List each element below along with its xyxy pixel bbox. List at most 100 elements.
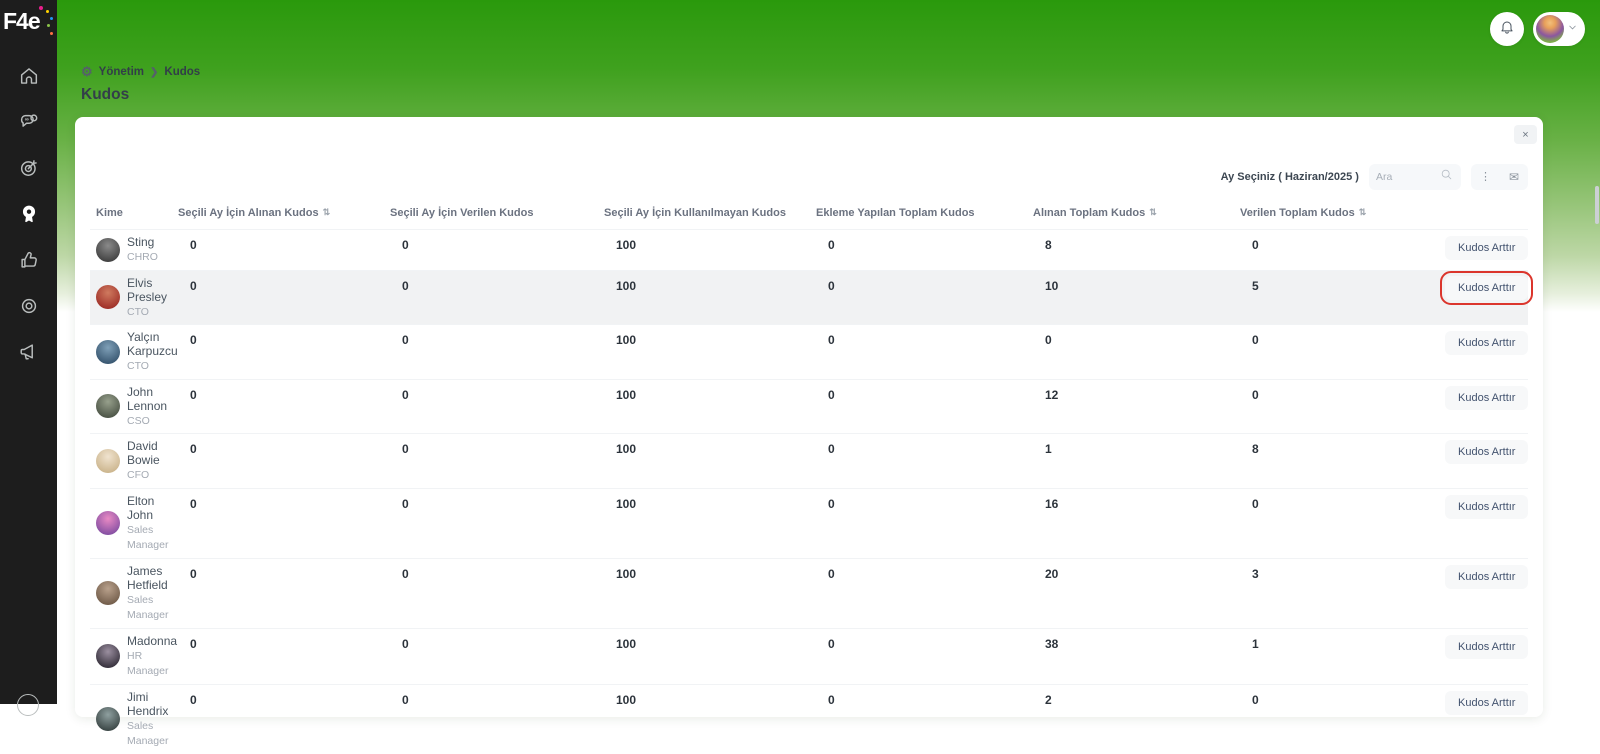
- cell-ekleme-toplam: 0: [828, 442, 835, 456]
- action-cell: Kudos Arttır: [1439, 270, 1534, 320]
- cell-verilen-secili-ay: 0: [402, 387, 409, 402]
- table-row: Jimi Hendrix Sales Manager 0 0 100 0 2 0…: [90, 683, 1529, 754]
- action-cell: Kudos Arttır: [1445, 385, 1529, 429]
- cell-verilen-secili-ay: 0: [402, 636, 409, 651]
- notifications-button[interactable]: [1490, 12, 1524, 46]
- person-role: CTO: [127, 360, 149, 372]
- kudos-arttir-button[interactable]: Kudos Arttır: [1445, 564, 1529, 589]
- chevron-down-icon: [1567, 20, 1578, 38]
- brand-logo[interactable]: F4e: [3, 6, 55, 44]
- home-icon: [18, 65, 40, 92]
- kudos-arttir-button[interactable]: Kudos Arttır: [1445, 385, 1529, 410]
- sort-icon[interactable]: ⇅: [1359, 207, 1367, 218]
- avatar: [96, 511, 120, 535]
- sidebar-item-thumbs-up[interactable]: [17, 250, 41, 274]
- action-cell: Kudos Arttır: [1445, 439, 1529, 483]
- more-options-button[interactable]: ⋮: [1471, 164, 1500, 190]
- table-row: Yalçın Karpuzcu CTO 0 0 100 0 0 0 Kudos …: [90, 324, 1529, 379]
- avatar: [96, 394, 120, 419]
- brand-logo-text: F4e: [3, 8, 41, 34]
- cell-verilen-toplam: 3: [1252, 566, 1259, 581]
- kudos-arttir-button[interactable]: Kudos Arttır: [1445, 634, 1529, 659]
- sidebar-item-seal[interactable]: [17, 296, 41, 320]
- cell-ekleme-toplam: 0: [828, 692, 835, 707]
- logo-dot: [46, 10, 49, 13]
- export-button[interactable]: ✉: [1500, 164, 1528, 190]
- kudos-arttir-button[interactable]: Kudos Arttır: [1445, 331, 1529, 355]
- breadcrumb: ⚙ Yönetim ❯ Kudos: [81, 64, 200, 80]
- column-header[interactable]: Verilen Toplam Kudos ⇅: [1240, 207, 1445, 219]
- sidebar-item-announcements[interactable]: [17, 342, 41, 366]
- person-role: CTO: [127, 305, 149, 318]
- logo-dot: [47, 24, 50, 27]
- breadcrumb-section[interactable]: Yönetim: [99, 66, 144, 78]
- month-select-label[interactable]: Ay Seçiniz ( Haziran/2025 ): [1221, 171, 1359, 183]
- column-header: Seçili Ay İçin Kullanılmayan Kudos: [604, 206, 786, 219]
- table-row: Madonna HR Manager 0 0 100 0 38 1 Kudos …: [90, 627, 1529, 684]
- cell-alinan-secili-ay: 0: [190, 333, 197, 347]
- envelope-icon: ✉: [1508, 169, 1519, 184]
- cell-alinan-toplam: 0: [1045, 333, 1052, 347]
- cell-kullanilmayan: 100: [616, 278, 637, 293]
- person-cell: Madonna HR Manager: [90, 634, 178, 679]
- kebab-menu-icon: ⋮: [1479, 171, 1491, 183]
- cell-ekleme-toplam: 0: [828, 333, 835, 347]
- cell-alinan-toplam: 8: [1045, 238, 1052, 252]
- column-header: Kime: [96, 206, 123, 219]
- avatar: [96, 339, 120, 364]
- person-role: CSO: [127, 414, 150, 427]
- table-body: Sting CHRO 0 0 100 0 8 0 Kudos Arttır El…: [90, 229, 1534, 754]
- person-role: Sales Manager: [127, 523, 169, 552]
- cell-verilen-toplam: 0: [1252, 333, 1259, 347]
- cell-alinan-secili-ay: 0: [190, 566, 197, 581]
- topbar: [1490, 12, 1585, 46]
- person-name: Madonna: [127, 633, 178, 648]
- kudos-arttir-button[interactable]: Kudos Arttır: [1445, 494, 1529, 519]
- main-area: ⚙ Yönetim ❯ Kudos Kudos × Ay Seçiniz ( H…: [57, 0, 1600, 747]
- cell-alinan-toplam: 2: [1045, 692, 1052, 707]
- medal-icon: [18, 203, 40, 230]
- sidebar-item-target[interactable]: [17, 158, 41, 182]
- person-name: James Hetfield: [127, 563, 168, 592]
- action-cell: Kudos Arttır: [1445, 494, 1529, 553]
- cell-ekleme-toplam: 0: [828, 387, 835, 402]
- kudos-arttir-button[interactable]: Kudos Arttır: [1445, 690, 1529, 715]
- sidebar-item-home[interactable]: [17, 66, 41, 90]
- sidebar-item-chat[interactable]: [17, 112, 41, 136]
- person-cell: Elvis Presley CTO: [90, 276, 178, 320]
- profile-menu-button[interactable]: [1533, 12, 1585, 46]
- bell-icon: [1499, 19, 1515, 40]
- action-cell: Kudos Arttır: [1445, 634, 1529, 679]
- avatar: [96, 644, 120, 668]
- kudos-arttir-button[interactable]: Kudos Arttır: [1445, 236, 1529, 260]
- sort-icon[interactable]: ⇅: [323, 207, 331, 218]
- column-header[interactable]: Alınan Toplam Kudos ⇅: [1033, 207, 1240, 219]
- sort-icon[interactable]: ⇅: [1149, 207, 1157, 218]
- breadcrumb-page[interactable]: Kudos: [164, 66, 200, 78]
- kudos-arttir-button[interactable]: Kudos Arttır: [1445, 440, 1529, 464]
- scrollbar-thumb[interactable]: [1595, 186, 1599, 224]
- table-row: John Lennon CSO 0 0 100 0 12 0 Kudos Art…: [90, 378, 1529, 434]
- search-box: [1368, 163, 1461, 190]
- person-cell: Jimi Hendrix Sales Manager: [90, 690, 178, 749]
- cell-verilen-toplam: 8: [1252, 442, 1259, 456]
- sidebar-item-kudos[interactable]: [17, 204, 41, 228]
- cell-ekleme-toplam: 0: [828, 636, 835, 651]
- cell-alinan-secili-ay: 0: [190, 442, 197, 456]
- cell-ekleme-toplam: 0: [828, 566, 835, 581]
- cell-verilen-toplam: 0: [1252, 387, 1259, 402]
- column-header[interactable]: Seçili Ay İçin Alınan Kudos ⇅: [178, 207, 390, 219]
- cell-verilen-toplam: 5: [1252, 278, 1259, 293]
- cell-verilen-secili-ay: 0: [402, 278, 409, 293]
- cell-kullanilmayan: 100: [616, 387, 637, 402]
- logo-dot: [50, 17, 53, 20]
- logo-dot: [39, 6, 43, 10]
- close-button[interactable]: ×: [1514, 125, 1537, 144]
- person-name: David Bowie: [127, 439, 160, 467]
- kudos-arttir-button[interactable]: Kudos Arttır: [1439, 270, 1534, 305]
- cell-alinan-toplam: 12: [1045, 387, 1059, 402]
- cell-alinan-secili-ay: 0: [190, 238, 197, 252]
- person-role: Sales Manager: [127, 719, 169, 748]
- search-input[interactable]: [1375, 170, 1436, 183]
- action-cell: Kudos Arttır: [1445, 690, 1529, 749]
